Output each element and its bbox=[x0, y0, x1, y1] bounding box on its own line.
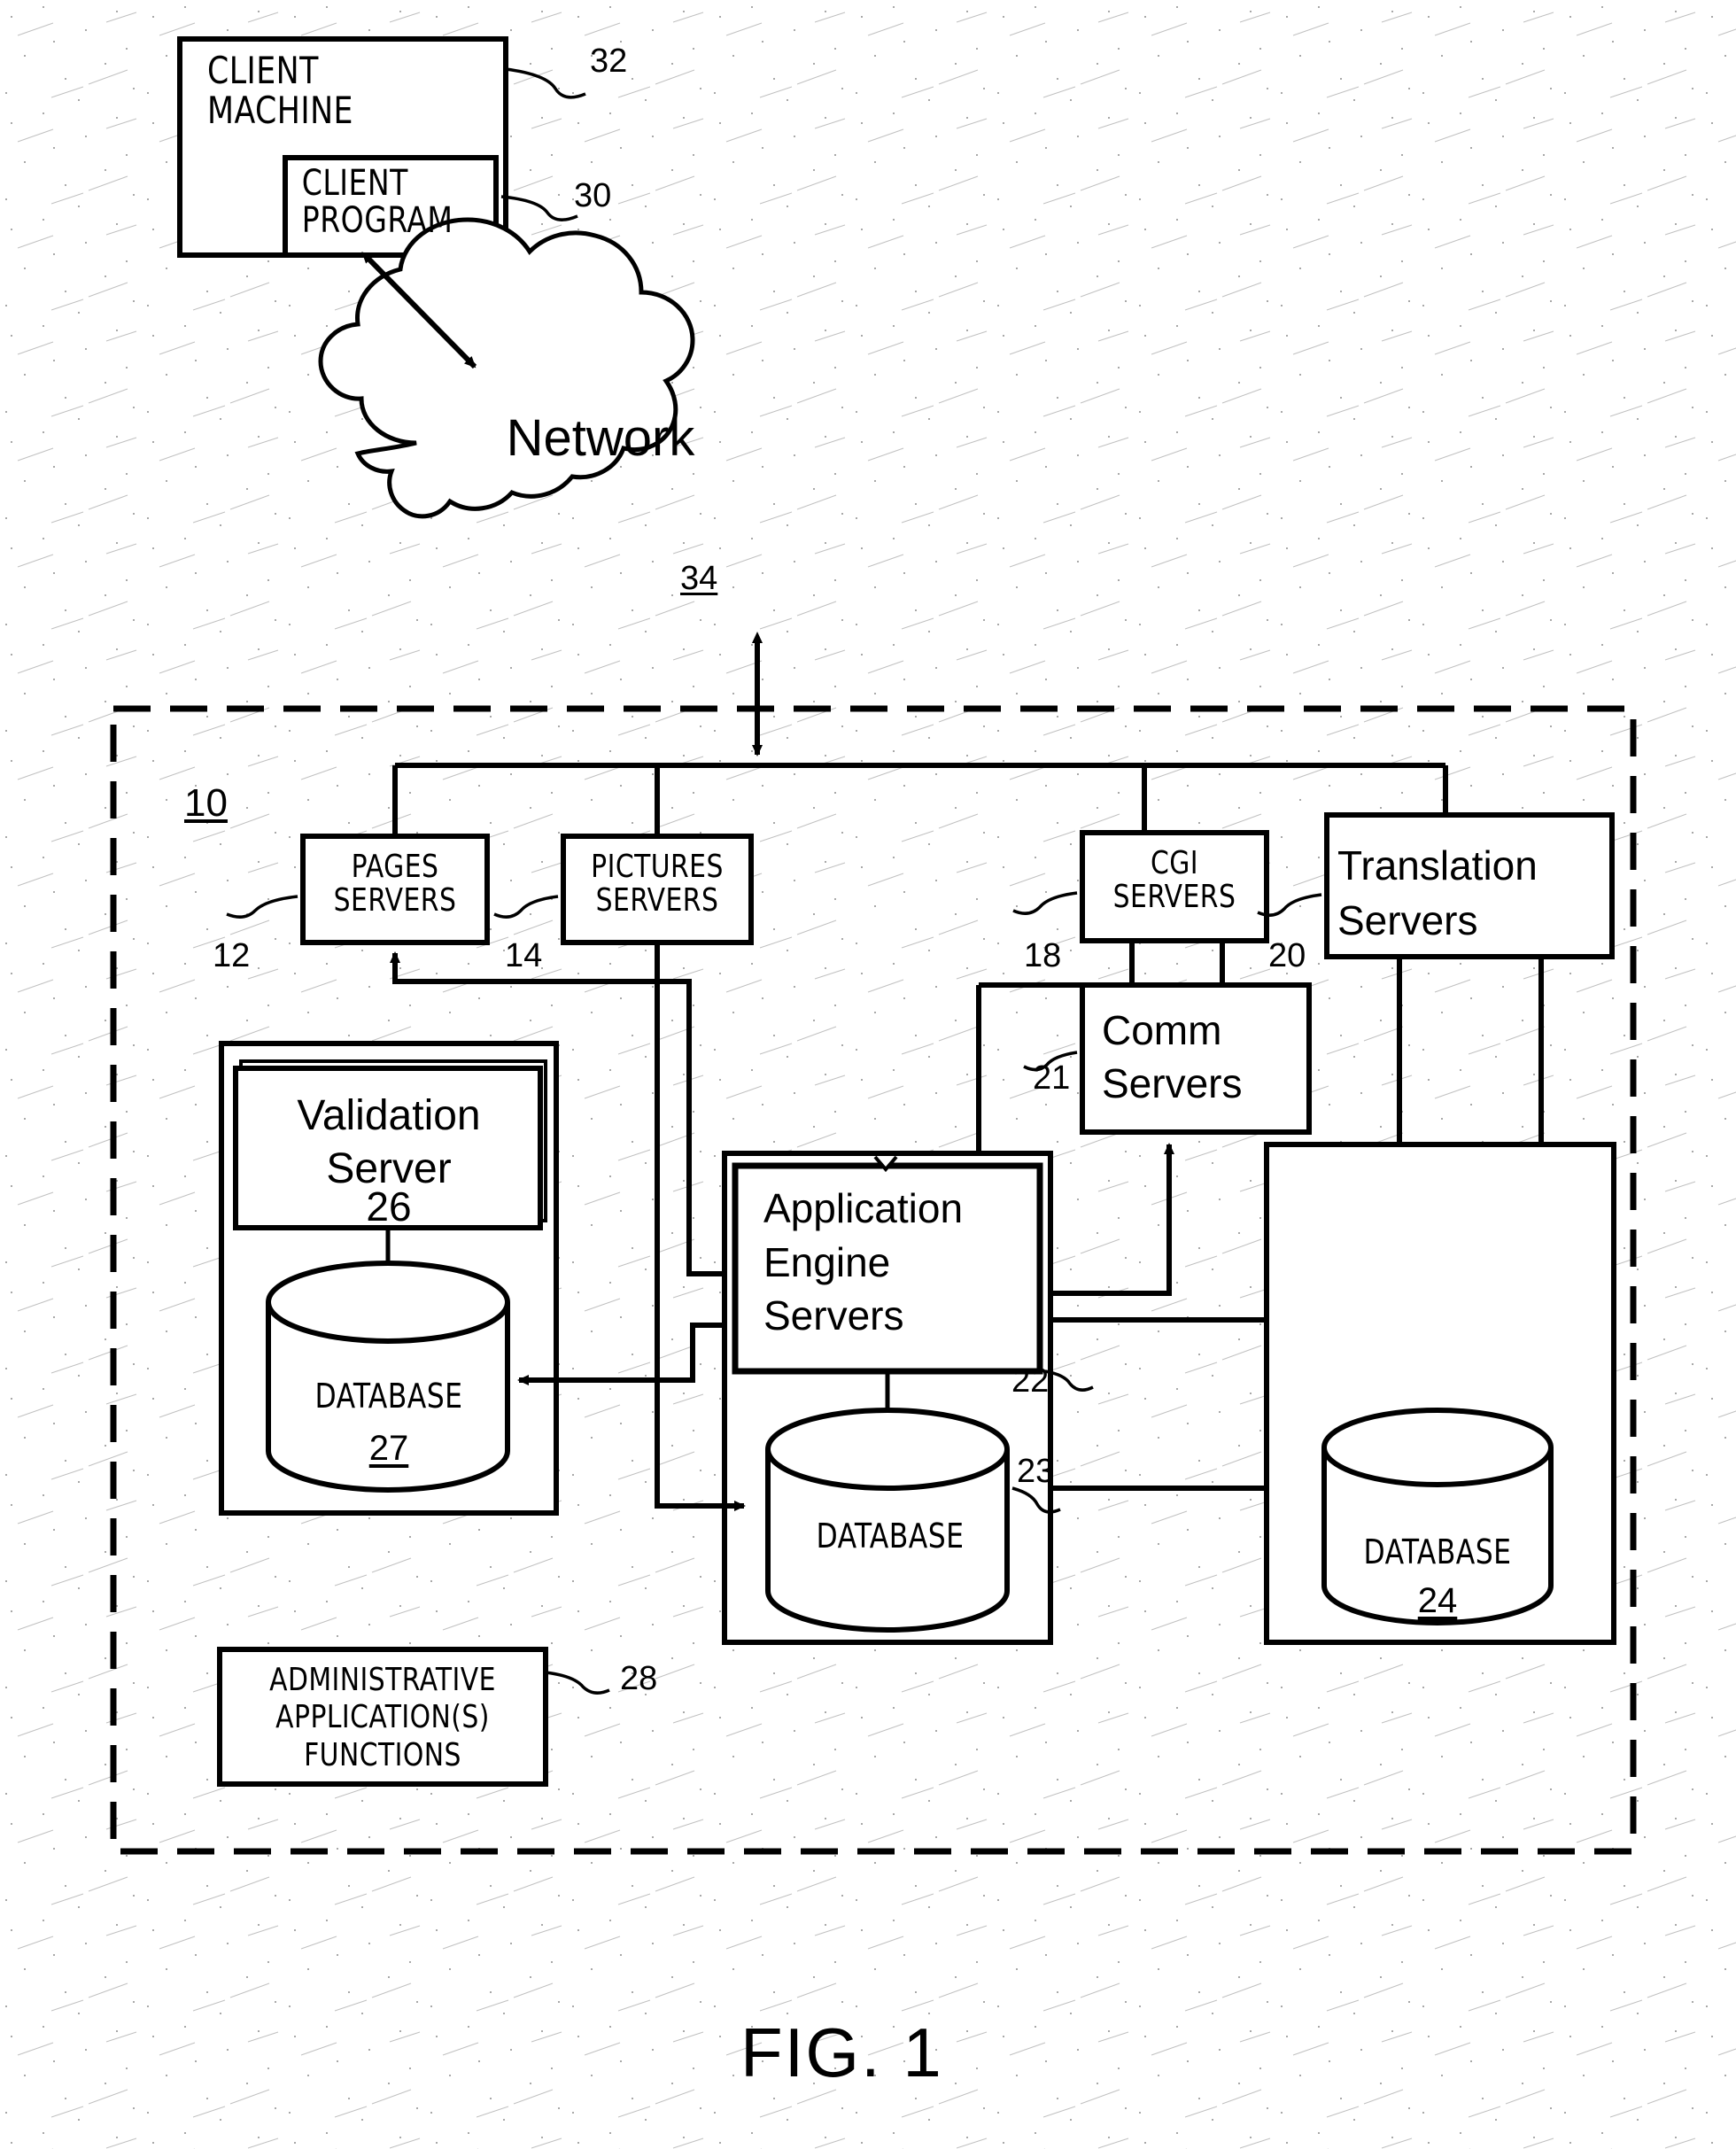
ref-30: 30 bbox=[574, 177, 612, 214]
ref-34: 34 bbox=[680, 560, 718, 597]
validation-server-label: Validation Server bbox=[297, 1092, 481, 1192]
pages-servers-label: PAGES SERVERS bbox=[333, 849, 457, 919]
ref-23: 23 bbox=[1017, 1453, 1055, 1490]
application-engine-servers-label: Application Engine Servers bbox=[763, 1185, 964, 1339]
ref-32: 32 bbox=[590, 43, 628, 80]
client-machine-label: CLIENT MACHINE bbox=[207, 49, 353, 132]
app-database-label: DATABASE bbox=[816, 1517, 965, 1556]
ref-20: 20 bbox=[1268, 937, 1306, 974]
ref-28: 28 bbox=[620, 1660, 658, 1697]
figure-line-art bbox=[0, 0, 1736, 2149]
comm-servers-label: Comm Servers bbox=[1102, 1007, 1243, 1106]
ref-26: 26 bbox=[366, 1183, 412, 1230]
ref-22: 22 bbox=[1011, 1362, 1050, 1400]
validation-database-label: DATABASE bbox=[314, 1377, 463, 1416]
ref-12: 12 bbox=[213, 937, 251, 974]
ref-21: 21 bbox=[1033, 1059, 1071, 1097]
client-program-label: CLIENT PROGRAM bbox=[301, 163, 453, 242]
ref-24: 24 bbox=[1417, 1581, 1458, 1620]
figure-caption: FIG. 1 bbox=[740, 2013, 943, 2091]
network-label: Network bbox=[506, 409, 695, 467]
ref-27: 27 bbox=[368, 1429, 409, 1468]
cgi-servers-label: CGI SERVERS bbox=[1112, 845, 1236, 916]
ref-18: 18 bbox=[1024, 937, 1062, 974]
ref-14: 14 bbox=[505, 937, 543, 974]
ref-10-system: 10 bbox=[184, 781, 228, 825]
pictures-servers-label: PICTURES SERVERS bbox=[591, 849, 724, 919]
admin-functions-label: ADMINISTRATIVE APPLICATION(S) FUNCTIONS bbox=[269, 1662, 496, 1773]
translation-servers-label: Translation Servers bbox=[1337, 842, 1538, 944]
translation-database-label: DATABASE bbox=[1363, 1532, 1512, 1571]
patent-figure: CLIENT MACHINE 32 CLIENT PROGRAM 30 Netw… bbox=[0, 0, 1736, 2149]
